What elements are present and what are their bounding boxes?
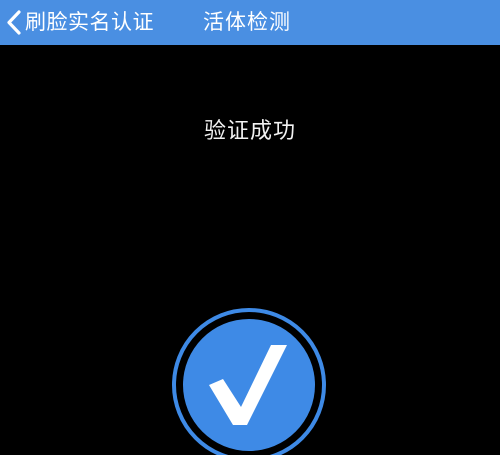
page-title: 活体检测 <box>203 10 291 34</box>
checkmark-icon <box>172 308 326 455</box>
back-button-label: 刷脸实名认证 <box>25 10 154 34</box>
back-button[interactable]: 刷脸实名认证 <box>4 0 154 45</box>
chevron-left-icon <box>4 0 24 45</box>
success-badge <box>171 307 327 455</box>
liveness-detection-screen: 刷脸实名认证 活体检测 验证成功 <box>0 0 500 455</box>
navigation-bar: 刷脸实名认证 活体检测 <box>0 0 500 45</box>
verification-status-text: 验证成功 <box>203 119 296 144</box>
